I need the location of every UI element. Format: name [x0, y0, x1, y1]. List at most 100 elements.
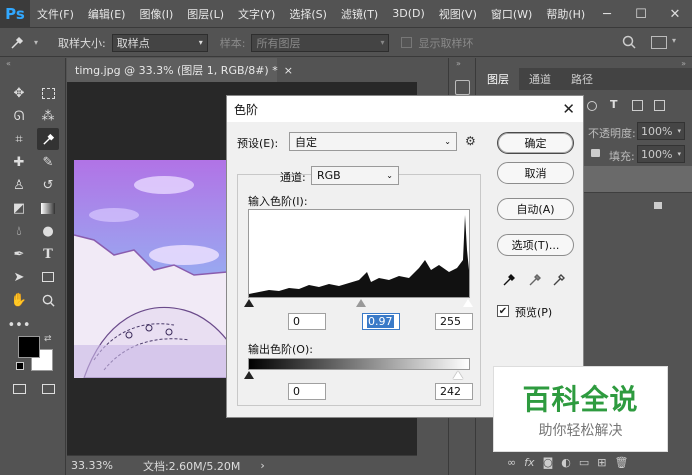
- close-tab-icon[interactable]: ×: [284, 64, 293, 77]
- eyedropper-tool-icon[interactable]: [6, 33, 28, 53]
- menu-item-layer[interactable]: 图层(L): [180, 6, 231, 22]
- brush-tool-icon[interactable]: ✎: [37, 151, 59, 173]
- dialog-titlebar[interactable]: 色阶 ✕: [227, 96, 583, 122]
- menu-item-type[interactable]: 文字(Y): [231, 6, 282, 22]
- menu-item-edit[interactable]: 编辑(E): [81, 6, 133, 22]
- workspace-icon[interactable]: [651, 36, 667, 49]
- quick-mask-icon[interactable]: [8, 378, 30, 400]
- zoom-level[interactable]: 33.33%: [71, 459, 113, 472]
- menu-item-select[interactable]: 选择(S): [282, 6, 334, 22]
- filter-pixel-icon[interactable]: [654, 100, 665, 111]
- chevron-right-icon[interactable]: ›: [260, 459, 264, 472]
- cancel-button[interactable]: 取消: [497, 162, 574, 184]
- ok-button[interactable]: 确定: [497, 132, 574, 154]
- gradient-tool-icon[interactable]: [37, 197, 59, 219]
- fx-icon[interactable]: fx: [524, 456, 534, 469]
- link-layers-icon[interactable]: ∞: [507, 456, 516, 469]
- chevron-down-icon[interactable]: ▾: [672, 36, 676, 45]
- input-black-slider[interactable]: [244, 299, 254, 307]
- sample-size-select[interactable]: 取样点 ▾: [111, 33, 208, 52]
- more-tools-icon[interactable]: •••: [8, 314, 31, 336]
- panel-collapse-icon[interactable]: »: [456, 59, 461, 68]
- panel-collapse-icon[interactable]: «: [6, 59, 11, 68]
- tab-channels[interactable]: 通道: [519, 68, 561, 90]
- white-point-eyedropper-icon[interactable]: [551, 272, 567, 288]
- dodge-tool-icon[interactable]: ●: [37, 220, 59, 242]
- minimize-button[interactable]: ─: [590, 0, 624, 28]
- history-panel-icon[interactable]: [455, 80, 470, 95]
- menu-item-3d[interactable]: 3D(D): [385, 7, 432, 20]
- menu-item-filter[interactable]: 滤镜(T): [334, 6, 385, 22]
- menu-item-help[interactable]: 帮助(H): [539, 6, 592, 22]
- path-selection-tool-icon[interactable]: ➤: [8, 266, 30, 288]
- type-tool-icon[interactable]: T: [37, 243, 59, 265]
- new-layer-icon[interactable]: ⊞: [597, 456, 606, 469]
- maximize-button[interactable]: ☐: [624, 0, 658, 28]
- document-tab[interactable]: timg.jpg @ 33.3% (图层 1, RGB/8#) * ×: [67, 58, 293, 82]
- marquee-tool-icon[interactable]: [37, 82, 59, 104]
- lasso-tool-icon[interactable]: ᘏ: [8, 105, 30, 127]
- adjustment-layer-icon[interactable]: ◐: [561, 456, 571, 469]
- magic-wand-tool-icon[interactable]: ⁂: [37, 105, 59, 127]
- auto-button[interactable]: 自动(A): [497, 198, 574, 220]
- default-colors-icon[interactable]: [16, 362, 24, 370]
- tab-layers[interactable]: 图层: [477, 68, 519, 90]
- tool-preset-chevron-icon[interactable]: ▾: [34, 38, 38, 47]
- panel-collapse-icon[interactable]: »: [681, 59, 686, 68]
- search-icon[interactable]: [622, 35, 636, 52]
- menu-item-file[interactable]: 文件(F): [30, 6, 81, 22]
- pen-tool-icon[interactable]: ✒: [8, 243, 30, 265]
- gray-point-eyedropper-icon[interactable]: [527, 272, 543, 288]
- close-window-button[interactable]: ✕: [658, 0, 692, 28]
- show-ring-checkbox[interactable]: [401, 37, 413, 48]
- swap-colors-icon[interactable]: ⇄: [44, 334, 52, 344]
- healing-brush-tool-icon[interactable]: ✚: [8, 151, 30, 173]
- crop-tool-icon[interactable]: ⌗: [8, 128, 30, 150]
- output-white-slider[interactable]: [453, 371, 463, 379]
- options-button[interactable]: 选项(T)...: [497, 234, 574, 256]
- delete-layer-icon[interactable]: 🗑︎: [614, 456, 628, 469]
- filter-smart-icon[interactable]: [632, 100, 643, 111]
- input-gamma-field[interactable]: 0.97: [362, 313, 400, 330]
- input-gamma-slider[interactable]: [356, 299, 366, 307]
- output-black-slider[interactable]: [244, 371, 254, 379]
- black-point-eyedropper-icon[interactable]: [501, 272, 517, 288]
- lock-icon[interactable]: [591, 149, 600, 157]
- input-black-field[interactable]: 0: [288, 313, 326, 330]
- filter-type-icon[interactable]: T: [610, 98, 618, 111]
- menu-item-image[interactable]: 图像(I): [132, 6, 180, 22]
- zoom-tool-icon[interactable]: [37, 289, 59, 311]
- document-image[interactable]: [74, 160, 227, 378]
- screen-mode-icon[interactable]: [37, 378, 59, 400]
- foreground-color-swatch[interactable]: [18, 336, 40, 358]
- eraser-tool-icon[interactable]: ◩: [8, 197, 30, 219]
- menu-item-view[interactable]: 视图(V): [432, 6, 484, 22]
- fill-input[interactable]: 100% ▾: [637, 145, 685, 163]
- opacity-input[interactable]: 100% ▾: [637, 122, 685, 140]
- sample-select[interactable]: 所有图层 ▾: [251, 33, 390, 52]
- preview-checkbox[interactable]: ✔: [497, 305, 509, 317]
- rectangle-tool-icon[interactable]: [37, 266, 59, 288]
- hand-tool-icon[interactable]: ✋: [8, 289, 30, 311]
- clone-stamp-tool-icon[interactable]: ♙: [8, 174, 30, 196]
- move-tool-icon[interactable]: ✥: [8, 82, 30, 104]
- preset-select[interactable]: 自定 ⌄: [289, 132, 457, 151]
- group-icon[interactable]: ▭: [579, 456, 589, 469]
- layer-mask-icon[interactable]: ◙: [543, 456, 554, 469]
- blur-tool-icon[interactable]: 💧︎: [8, 220, 30, 242]
- eyedropper-tool-icon[interactable]: [37, 128, 59, 150]
- filter-shape-icon[interactable]: [587, 101, 597, 111]
- history-brush-tool-icon[interactable]: ↺: [37, 174, 59, 196]
- output-white-field[interactable]: 242: [435, 383, 473, 400]
- input-white-field[interactable]: 255: [435, 313, 473, 330]
- preset-options-gear-icon[interactable]: ⚙: [465, 134, 476, 148]
- layer-row-background[interactable]: [582, 192, 692, 218]
- menu-item-window[interactable]: 窗口(W): [484, 6, 539, 22]
- channel-select[interactable]: RGB ⌄: [311, 166, 399, 185]
- close-icon[interactable]: ✕: [562, 100, 575, 118]
- input-white-slider[interactable]: [463, 299, 473, 307]
- tab-paths[interactable]: 路径: [561, 68, 603, 90]
- preview-label[interactable]: 预览(P): [515, 304, 552, 320]
- layer-row[interactable]: [582, 166, 692, 192]
- output-black-field[interactable]: 0: [288, 383, 326, 400]
